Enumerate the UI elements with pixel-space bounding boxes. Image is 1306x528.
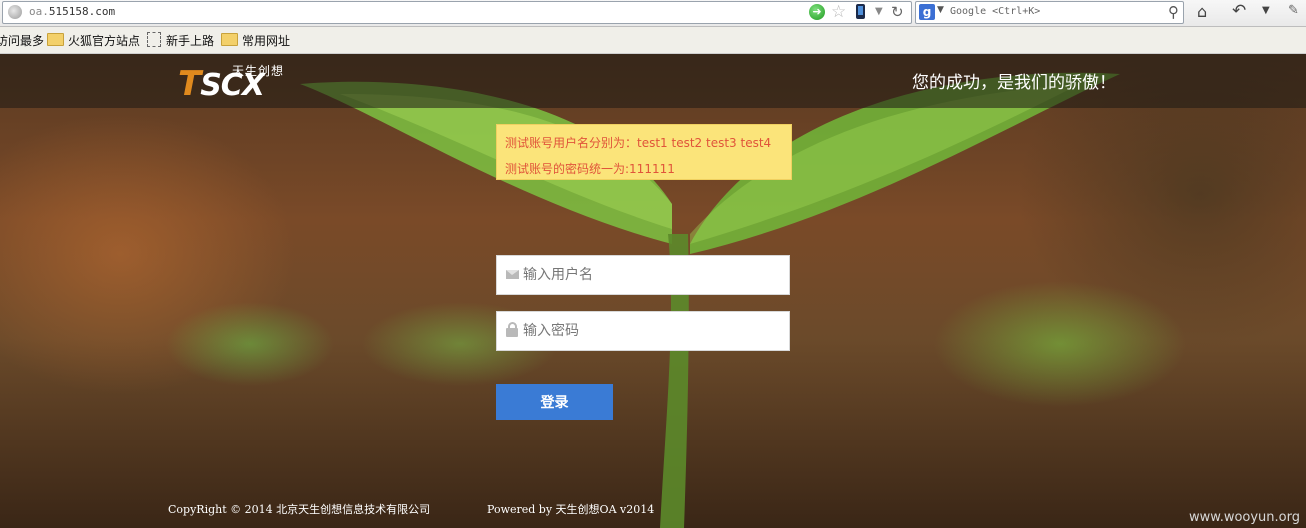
search-icon[interactable]: ⚲ bbox=[1168, 3, 1179, 21]
folder-icon bbox=[47, 33, 64, 46]
logo-chinese-text: 天生创想 bbox=[232, 64, 285, 78]
url-host-prefix: oa. bbox=[29, 5, 49, 18]
login-page: TSCX 天生创想 您的成功，是我们的骄傲！ 测试账号用户名分别为：test1 … bbox=[0, 54, 1306, 528]
page-icon bbox=[147, 32, 161, 47]
lock-icon bbox=[506, 322, 518, 337]
url-text[interactable]: oa.515158.com bbox=[29, 5, 115, 18]
bookmark-star-icon[interactable]: ☆ bbox=[831, 2, 846, 22]
url-bar[interactable]: oa.515158.com ➜ ☆ ▼ ↻ bbox=[2, 1, 912, 24]
search-bar[interactable]: g ▼ Google <Ctrl+K> ⚲ bbox=[915, 1, 1184, 24]
site-identity-icon[interactable] bbox=[8, 5, 22, 19]
menu-dropdown-icon[interactable]: ▼ bbox=[1262, 5, 1270, 16]
watermark: www.wooyun.org bbox=[1188, 510, 1300, 525]
bookmark-common-sites[interactable]: 常用网址 bbox=[221, 32, 290, 49]
password-input[interactable] bbox=[523, 312, 783, 350]
bookmark-label: 火狐官方站点 bbox=[68, 34, 141, 48]
url-dropdown-icon[interactable]: ▼ bbox=[875, 6, 883, 17]
company-logo[interactable]: TSCX 天生创想 bbox=[178, 60, 298, 104]
back-icon[interactable]: ↶ bbox=[1232, 1, 1246, 21]
browser-navbar: oa.515158.com ➜ ☆ ▼ ↻ g ▼ Google <Ctrl+K… bbox=[0, 0, 1306, 27]
bookmark-most-visited[interactable]: 访问最多 bbox=[0, 32, 44, 49]
reload-icon[interactable]: ↻ bbox=[891, 3, 904, 21]
test-account-notice: 测试账号用户名分别为：test1 test2 test3 test4 测试账号的… bbox=[496, 124, 792, 180]
slogan: 您的成功，是我们的骄傲！ bbox=[912, 73, 1116, 93]
mail-icon bbox=[506, 270, 519, 279]
header-band: TSCX 天生创想 您的成功，是我们的骄傲！ bbox=[0, 54, 1306, 108]
footer-powered-by: Powered by 天生创想OA v2014 bbox=[487, 503, 655, 516]
footer-copyright: CopyRight © 2014 北京天生创想信息技术有限公司 bbox=[168, 503, 431, 516]
bookmark-getting-started[interactable]: 新手上路 bbox=[147, 32, 214, 49]
bookmark-label: 访问最多 bbox=[0, 34, 45, 48]
username-input[interactable] bbox=[523, 256, 783, 294]
folder-icon bbox=[221, 33, 238, 46]
search-engine-icon[interactable]: g bbox=[919, 4, 935, 20]
bookmark-label: 常用网址 bbox=[242, 34, 291, 48]
password-field[interactable] bbox=[496, 311, 790, 351]
login-button[interactable]: 登录 bbox=[496, 384, 613, 420]
mobile-icon[interactable] bbox=[856, 4, 865, 19]
bookmark-firefox-site[interactable]: 火狐官方站点 bbox=[47, 32, 140, 49]
notice-usernames: 测试账号用户名分别为：test1 test2 test3 test4 bbox=[505, 136, 772, 150]
bookmark-label: 新手上路 bbox=[166, 34, 215, 48]
search-placeholder: Google <Ctrl+K> bbox=[950, 6, 1041, 17]
bookmarks-toolbar: 访问最多 火狐官方站点 新手上路 常用网址 bbox=[0, 27, 1306, 54]
home-icon[interactable]: ⌂ bbox=[1197, 2, 1207, 21]
search-engine-dropdown-icon[interactable]: ▼ bbox=[937, 5, 944, 15]
go-arrow-icon[interactable]: ➜ bbox=[809, 4, 825, 20]
addon-icon[interactable]: ✎ bbox=[1288, 3, 1299, 18]
notice-password: 测试账号的密码统一为:111111 bbox=[505, 162, 675, 176]
username-field[interactable] bbox=[496, 255, 790, 295]
url-host: 515158.com bbox=[48, 5, 116, 18]
